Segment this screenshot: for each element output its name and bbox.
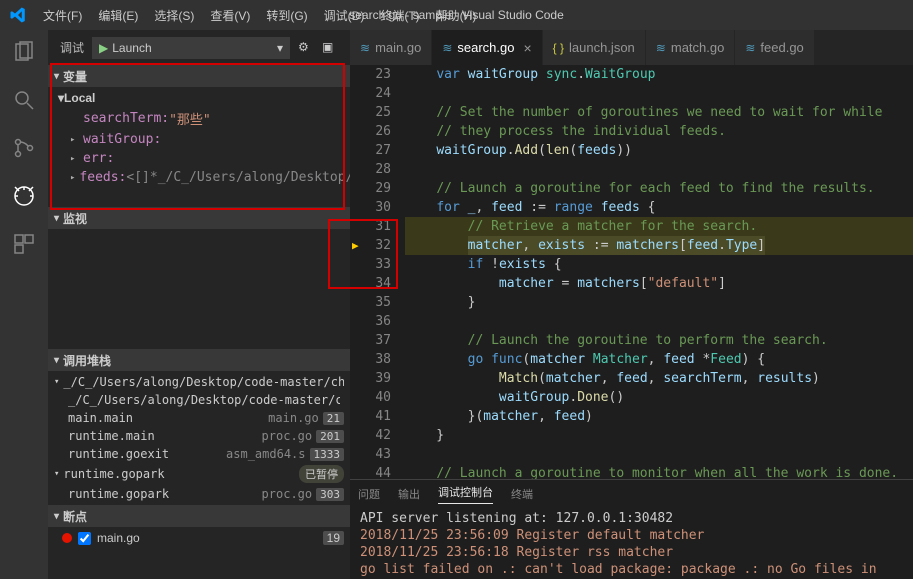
editor-tab[interactable]: ≋match.go [646,30,736,65]
variable-row[interactable]: ▸waitGroup: [48,130,350,149]
variable-row[interactable]: searchTerm: "那些" [48,107,350,130]
json-file-icon: { } [553,41,564,55]
debug-config-name: Launch [112,41,151,55]
editor-tabs: ≋main.go≋search.go×{ }launch.json≋match.… [350,30,913,65]
editor-tab[interactable]: ≋search.go× [432,30,542,65]
breakpoint-checkbox[interactable] [78,532,91,545]
variables-section-header[interactable]: ▾变量 [48,65,350,87]
go-file-icon: ≋ [656,41,666,55]
panel-tab[interactable]: 终端 [511,486,533,502]
play-icon: ▶ [99,41,108,55]
panel-tab[interactable]: 输出 [398,486,420,502]
editor-area: ≋main.go≋search.go×{ }launch.json≋match.… [350,30,913,579]
callstack-row[interactable]: runtime.mainproc.go201 [48,427,350,445]
debug-console-output[interactable]: API server listening at: 127.0.0.1:30482… [350,508,913,579]
callstack-row[interactable]: main.mainmain.go21 [48,409,350,427]
watch-section-header[interactable]: ▾监视 [48,207,350,229]
line-gutter: 23242526272829303132▶3334353637383940414… [350,65,405,479]
go-file-icon: ≋ [745,41,755,55]
console-line: API server listening at: 127.0.0.1:30482 [360,510,903,527]
editor-tab[interactable]: ≋main.go [350,30,432,65]
panel-tab[interactable]: 调试控制台 [438,484,493,504]
titlebar: 文件(F)编辑(E)选择(S)查看(V)转到(G)调试(D)终端(T)帮助(H)… [0,0,913,30]
callstack-row[interactable]: runtime.goparkproc.go303 [48,485,350,503]
panel-tabs: 问题 输出 调试控制台 终端 [350,480,913,508]
go-file-icon: ≋ [360,41,370,55]
menu-item[interactable]: 文件(F) [35,1,90,30]
variable-row[interactable]: ▸feeds: <[]*_/C_/Users/along/Desktop/… [48,168,350,187]
editor-tab[interactable]: ≋feed.go [735,30,814,65]
debug-console-icon[interactable]: ▣ [322,40,338,56]
variable-row[interactable]: ▸err: [48,149,350,168]
chevron-down-icon: ▾ [277,41,283,55]
console-line: 2018/11/25 23:56:09 Register default mat… [360,527,903,544]
extensions-icon[interactable] [10,230,38,258]
window-title: search.go - sample - Visual Studio Code [349,0,564,30]
editor-tab[interactable]: { }launch.json [543,30,646,65]
debug-config-dropdown[interactable]: ▶ Launch ▾ [92,37,290,59]
breakpoints-section-header[interactable]: ▾断点 [48,505,350,527]
menu-item[interactable]: 选择(S) [146,1,202,30]
debug-icon[interactable] [10,182,38,210]
current-line-arrow-icon: ▶ [352,236,359,255]
menu-item[interactable]: 查看(V) [202,1,258,30]
panel-tab[interactable]: 问题 [358,486,380,502]
close-icon[interactable]: × [523,40,531,56]
go-file-icon: ≋ [442,41,452,55]
callstack-row[interactable]: runtime.goexitasm_amd64.s1333 [48,445,350,463]
menu-item[interactable]: 编辑(E) [90,1,146,30]
search-icon[interactable] [10,86,38,114]
menu-item[interactable]: 转到(G) [258,1,315,30]
activity-bar [0,30,48,579]
gear-icon[interactable]: ⚙ [298,40,314,56]
explorer-icon[interactable] [10,38,38,66]
console-line: go list failed on .: can't load package:… [360,561,903,579]
callstack-row[interactable]: ▾_/C_/Users/along/Desktop/code-master/ch… [48,373,350,391]
debug-sidebar: 调试 ▶ Launch ▾ ⚙ ▣ ▾变量 ▾Local searchTerm: … [48,30,350,579]
callstack-row[interactable]: _/C_/Users/along/Desktop/code-master/c [48,391,350,409]
source-control-icon[interactable] [10,134,38,162]
breakpoint-row[interactable]: main.go19 [48,529,350,547]
console-line: 2018/11/25 23:56:18 Register rss matcher [360,544,903,561]
callstack-row[interactable]: ▾runtime.gopark已暂停 [48,463,350,485]
callstack-section-header[interactable]: ▾调用堆栈 [48,349,350,371]
breakpoint-dot-icon [62,533,72,543]
sidebar-title: 调试 [60,39,84,56]
bottom-panel: 问题 输出 调试控制台 终端 API server listening at: 127… [350,479,913,579]
code-editor[interactable]: var waitGroup sync.WaitGroup // Set the … [405,65,913,479]
sidebar-header: 调试 ▶ Launch ▾ ⚙ ▣ [48,30,350,65]
scope-local[interactable]: ▾Local [48,89,350,107]
vscode-logo-icon [0,0,35,30]
